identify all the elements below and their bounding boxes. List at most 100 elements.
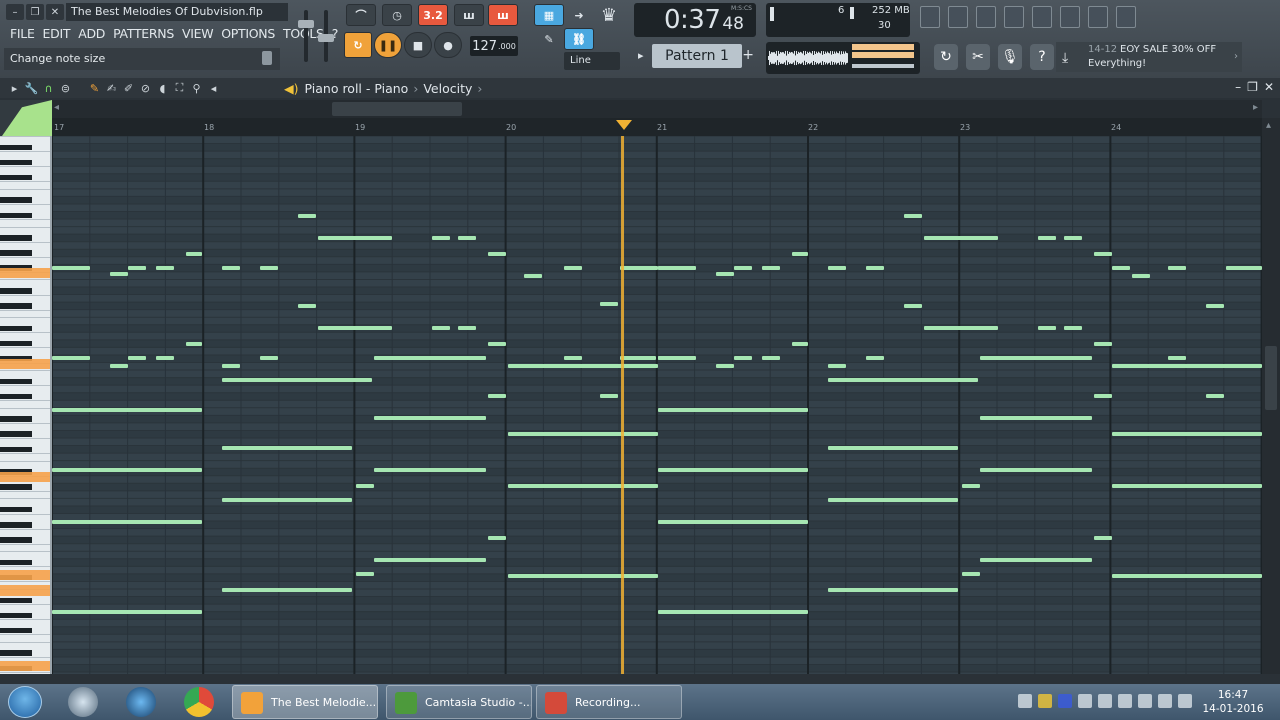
white-key-line[interactable]: [0, 513, 50, 515]
white-key-line[interactable]: [0, 241, 50, 243]
file-tray-icon[interactable]: [1078, 694, 1092, 708]
record-button[interactable]: ●: [434, 32, 462, 58]
shield-tray-icon[interactable]: [1058, 694, 1072, 708]
close-icon[interactable]: ✕: [46, 4, 64, 20]
file-icon[interactable]: [1060, 6, 1080, 28]
black-key[interactable]: [0, 144, 32, 151]
menu-view[interactable]: VIEW: [178, 24, 217, 43]
undo-icon[interactable]: ↻: [934, 44, 958, 70]
pattern-prev-icon[interactable]: ▸: [638, 49, 644, 62]
white-key-line[interactable]: [0, 619, 50, 621]
black-key[interactable]: [0, 484, 32, 490]
cut-icon[interactable]: ✂: [966, 44, 990, 70]
breadcrumb-velocity[interactable]: Velocity: [423, 81, 472, 96]
menu-patterns[interactable]: PATTERNS: [109, 24, 178, 43]
arrow-right-icon[interactable]: ➜: [564, 4, 594, 26]
flag-tray-icon[interactable]: [1118, 694, 1132, 708]
black-key[interactable]: [0, 537, 32, 543]
white-key-line[interactable]: [0, 407, 50, 409]
white-key-line[interactable]: [0, 460, 50, 462]
master-pitch-slider[interactable]: [318, 10, 334, 62]
breadcrumb-piano-roll[interactable]: Piano roll - Piano: [305, 81, 409, 96]
highlighted-key[interactable]: [0, 585, 50, 596]
white-key-line[interactable]: [0, 490, 50, 492]
highlighted-key[interactable]: [0, 471, 50, 483]
white-key-line[interactable]: [0, 551, 50, 553]
help-icon[interactable]: ?: [1030, 44, 1054, 70]
menu-options[interactable]: OPTIONS: [217, 24, 279, 43]
news-panel[interactable]: ⤓ 14-12 EOY SALE 30% OFF Everything! ›: [1056, 42, 1242, 72]
explorer-icon[interactable]: [68, 687, 98, 717]
song-time-display[interactable]: 0:37 48 M:S:CS: [634, 3, 756, 37]
select-tool-icon[interactable]: ⛶: [171, 81, 188, 95]
pause-button[interactable]: ❚❚: [374, 32, 402, 58]
playhead-marker[interactable]: [616, 120, 632, 130]
white-key-line[interactable]: [0, 543, 50, 545]
white-key-line[interactable]: [0, 166, 50, 168]
touch-icon[interactable]: [1116, 6, 1136, 28]
black-key[interactable]: [0, 174, 32, 181]
menu-edit[interactable]: EDIT: [39, 24, 75, 43]
black-key[interactable]: [0, 197, 32, 203]
minimize-icon[interactable]: –: [6, 4, 24, 20]
horizontal-scrollbar[interactable]: ◂ ▸: [52, 100, 1262, 118]
chrome-tray-icon[interactable]: [1038, 694, 1052, 708]
mute-tool-icon[interactable]: ⊘: [137, 81, 154, 95]
playlist-icon[interactable]: [920, 6, 940, 28]
pattern-selector[interactable]: ▸ Pattern 1 +: [638, 44, 756, 70]
white-key-line[interactable]: [0, 151, 50, 153]
white-key-line[interactable]: [0, 604, 50, 606]
white-key-line[interactable]: [0, 498, 50, 500]
slice-tool-icon[interactable]: ◖: [154, 81, 171, 95]
white-key-line[interactable]: [0, 581, 50, 583]
highlighted-key[interactable]: [0, 660, 50, 672]
white-key-line[interactable]: [0, 256, 50, 258]
black-key[interactable]: [0, 416, 32, 422]
black-key[interactable]: [0, 627, 32, 634]
metronome-icon[interactable]: ⌒: [346, 4, 376, 26]
black-key[interactable]: [0, 506, 32, 513]
taskbar-clock[interactable]: 16:47 14-01-2016: [1198, 688, 1268, 716]
recording-filter-icon[interactable]: ♛: [594, 4, 624, 26]
paint-tool-icon[interactable]: ✍: [103, 81, 120, 95]
black-key[interactable]: [0, 250, 32, 256]
white-key-line[interactable]: [0, 347, 50, 349]
white-key-line[interactable]: [0, 641, 50, 643]
restore-icon[interactable]: ❐: [26, 4, 44, 20]
white-key-line[interactable]: [0, 672, 50, 674]
white-key-line[interactable]: [0, 188, 50, 190]
close-icon[interactable]: ✕: [1264, 80, 1274, 94]
step-edit-icon[interactable]: ш: [454, 4, 484, 26]
white-key-line[interactable]: [0, 634, 50, 636]
white-key-line[interactable]: [0, 226, 50, 228]
add-pattern-icon[interactable]: +: [742, 47, 754, 63]
news-next-icon[interactable]: ›: [1234, 51, 1238, 62]
magnet-icon[interactable]: ∩: [40, 81, 57, 95]
white-key-line[interactable]: [0, 528, 50, 530]
download-icon[interactable]: ⤓: [1062, 50, 1068, 66]
black-key[interactable]: [0, 393, 32, 400]
scroll-left-icon[interactable]: ◂: [54, 102, 59, 113]
piano-roll-icon[interactable]: [948, 6, 968, 28]
black-key[interactable]: [0, 159, 32, 166]
white-key-line[interactable]: [0, 422, 50, 424]
master-volume-slider[interactable]: [298, 10, 314, 62]
volume-tray-icon[interactable]: [1158, 694, 1172, 708]
media-player-icon[interactable]: [126, 687, 156, 717]
gear-tray-icon[interactable]: [1098, 694, 1112, 708]
white-key-line[interactable]: [0, 370, 50, 372]
pencil-icon[interactable]: ✎: [534, 28, 564, 50]
mixer-icon[interactable]: [1032, 6, 1052, 28]
pencil-tool-icon[interactable]: ✎: [86, 81, 103, 95]
microphone-icon[interactable]: 🎙: [998, 44, 1022, 70]
note-grid-canvas[interactable]: [52, 136, 1262, 674]
black-key[interactable]: [0, 612, 32, 619]
white-key-line[interactable]: [0, 453, 50, 455]
black-key[interactable]: [0, 522, 32, 528]
black-key[interactable]: [0, 559, 32, 566]
maximize-icon[interactable]: ❐: [1247, 80, 1258, 94]
typing-keyboard-icon[interactable]: ▦: [534, 4, 564, 26]
pattern-name[interactable]: Pattern 1: [652, 44, 742, 68]
snap-select[interactable]: Line: [564, 52, 620, 70]
link-tray-icon[interactable]: [1018, 694, 1032, 708]
